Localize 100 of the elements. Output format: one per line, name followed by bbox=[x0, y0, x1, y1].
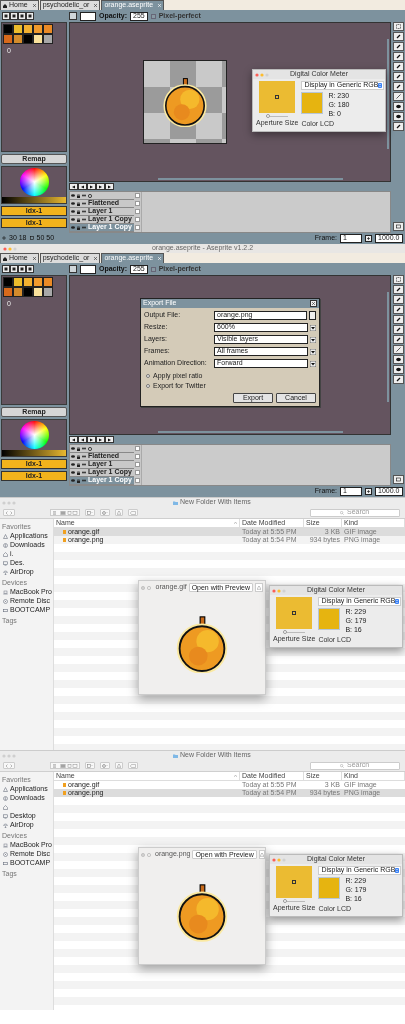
padlock-icon[interactable] bbox=[77, 462, 80, 467]
scroll-bar[interactable] bbox=[387, 39, 389, 149]
ellipse-icon[interactable] bbox=[396, 357, 401, 362]
eye-icon[interactable] bbox=[71, 479, 75, 482]
palette-swatch[interactable] bbox=[33, 277, 43, 287]
eye-icon[interactable] bbox=[71, 194, 75, 197]
padlock-icon[interactable] bbox=[77, 193, 80, 198]
cel-marker[interactable] bbox=[135, 225, 140, 230]
tool-button[interactable] bbox=[393, 22, 404, 31]
close-icon[interactable] bbox=[94, 4, 98, 7]
checkbox[interactable] bbox=[146, 384, 150, 389]
blob-icon[interactable] bbox=[396, 114, 401, 119]
tool-button[interactable] bbox=[393, 52, 404, 61]
padlock-icon[interactable] bbox=[77, 446, 80, 451]
padlock-icon[interactable] bbox=[77, 201, 80, 206]
dropdown-arrow-icon[interactable] bbox=[310, 324, 316, 331]
eye-icon[interactable] bbox=[71, 226, 75, 229]
palette-swatch[interactable] bbox=[23, 34, 33, 44]
tool-button[interactable] bbox=[393, 365, 404, 374]
eye-icon[interactable] bbox=[71, 210, 75, 213]
eye-icon[interactable] bbox=[71, 471, 75, 474]
palette-swatch[interactable] bbox=[13, 34, 23, 44]
cel-marker[interactable] bbox=[135, 209, 140, 214]
cel-marker[interactable] bbox=[135, 470, 140, 475]
chain-icon[interactable] bbox=[82, 479, 86, 482]
line-icon[interactable] bbox=[396, 94, 401, 99]
tool-button[interactable] bbox=[393, 82, 404, 91]
tool-button[interactable] bbox=[393, 32, 404, 41]
tool-button[interactable] bbox=[393, 72, 404, 81]
padlock-icon[interactable] bbox=[77, 217, 80, 222]
palette-swatch[interactable] bbox=[43, 287, 53, 297]
cel-marker[interactable] bbox=[135, 478, 140, 483]
palette-swatch[interactable] bbox=[3, 34, 13, 44]
shade-bar[interactable] bbox=[2, 197, 66, 203]
ellipse-icon[interactable] bbox=[396, 104, 401, 109]
chain-icon[interactable] bbox=[82, 455, 86, 458]
tool-button[interactable] bbox=[393, 285, 404, 294]
marquee-icon[interactable] bbox=[396, 277, 401, 282]
palette-swatch[interactable] bbox=[33, 34, 43, 44]
close-button[interactable] bbox=[310, 300, 317, 307]
close-icon[interactable] bbox=[94, 257, 98, 260]
layer-header[interactable] bbox=[70, 445, 134, 453]
cel-marker[interactable] bbox=[135, 201, 140, 206]
slider-thumb[interactable] bbox=[283, 899, 288, 903]
aperture-slider[interactable] bbox=[283, 899, 306, 903]
chain-icon[interactable] bbox=[82, 202, 86, 205]
palette-swatch[interactable] bbox=[33, 24, 43, 34]
eye-icon[interactable] bbox=[71, 455, 75, 458]
close-icon[interactable] bbox=[32, 4, 36, 7]
tool-button[interactable] bbox=[393, 102, 404, 111]
eye-icon[interactable] bbox=[71, 447, 75, 450]
palette-swatch[interactable] bbox=[23, 287, 33, 297]
pencil-icon[interactable] bbox=[396, 287, 401, 292]
palette-swatch[interactable] bbox=[33, 287, 43, 297]
stepper-icon[interactable] bbox=[395, 868, 400, 873]
tool-button[interactable] bbox=[393, 62, 404, 71]
aperture-slider[interactable] bbox=[283, 630, 306, 634]
tool-button[interactable] bbox=[393, 345, 404, 354]
tool-button[interactable] bbox=[393, 112, 404, 121]
slider-thumb[interactable] bbox=[283, 630, 288, 634]
scroll-bar[interactable] bbox=[387, 292, 389, 402]
padlock-icon[interactable] bbox=[77, 454, 80, 459]
palette-swatch[interactable] bbox=[23, 277, 33, 287]
palette-swatch[interactable] bbox=[13, 277, 23, 287]
tool-button[interactable] bbox=[393, 335, 404, 344]
tool-button[interactable] bbox=[393, 355, 404, 364]
padlock-icon[interactable] bbox=[77, 225, 80, 230]
cel-marker[interactable] bbox=[135, 217, 140, 222]
palette-swatch[interactable] bbox=[3, 24, 13, 34]
gear-icon[interactable] bbox=[88, 446, 92, 451]
chain-icon[interactable] bbox=[82, 471, 86, 474]
add-frame-button[interactable] bbox=[365, 488, 372, 495]
slider-thumb[interactable] bbox=[266, 114, 271, 118]
stepper-icon[interactable] bbox=[378, 83, 383, 88]
tool-button[interactable] bbox=[393, 92, 404, 101]
scroll-bar[interactable] bbox=[158, 431, 343, 433]
gear-icon[interactable] bbox=[88, 193, 92, 198]
tool-button[interactable] bbox=[393, 275, 404, 284]
marquee-icon[interactable] bbox=[396, 24, 401, 29]
tool-button[interactable] bbox=[393, 122, 404, 131]
dropdown-arrow-icon[interactable] bbox=[310, 360, 316, 367]
color-wheel[interactable] bbox=[19, 421, 49, 450]
chain-icon[interactable] bbox=[82, 194, 86, 197]
add-frame-button[interactable] bbox=[365, 235, 372, 242]
dropdown-arrow-icon[interactable] bbox=[310, 336, 316, 343]
palette-swatch[interactable] bbox=[23, 24, 33, 34]
chain-icon[interactable] bbox=[82, 447, 86, 450]
checkbox[interactable] bbox=[150, 13, 156, 19]
palette-swatch[interactable] bbox=[43, 34, 53, 44]
scroll-bar[interactable] bbox=[158, 178, 343, 180]
chain-icon[interactable] bbox=[82, 218, 86, 221]
checkbox[interactable] bbox=[146, 374, 150, 378]
tool-button[interactable] bbox=[393, 475, 404, 484]
tool-button[interactable] bbox=[393, 375, 404, 384]
blob-icon[interactable] bbox=[396, 367, 401, 372]
toolbar-button[interactable] bbox=[69, 12, 77, 20]
chain-icon[interactable] bbox=[82, 463, 86, 466]
padlock-icon[interactable] bbox=[77, 470, 80, 475]
aperture-slider[interactable] bbox=[266, 114, 289, 118]
eye-icon[interactable] bbox=[71, 202, 75, 205]
